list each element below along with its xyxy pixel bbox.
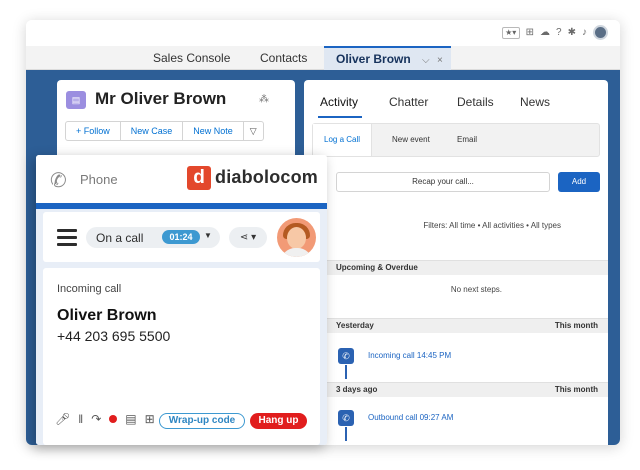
section-title: Upcoming & Overdue [336,263,418,272]
publisher-tabs: Log a Call New event Email [312,123,600,157]
new-note-button[interactable]: New Note [182,121,244,141]
transfer-menu-button[interactable]: ⋖ ▾ [229,227,267,248]
new-case-button[interactable]: New Case [119,121,184,141]
diabolocom-logo-icon: d [187,166,211,190]
more-actions-button[interactable]: ▽ [242,121,264,141]
tab-news[interactable]: News [520,95,550,109]
call-status-label: On a call [96,231,144,245]
call-status-bar: On a call 01:24 ▼ ⋖ ▾ [43,212,320,262]
softphone-header: ✆ Phone d diabolocom [36,155,327,203]
cloud-icon[interactable]: ☁ [540,26,550,40]
call-status-dropdown[interactable]: On a call 01:24 ▼ [86,227,220,248]
section-period: This month [554,321,598,330]
add-button[interactable]: Add [558,172,600,192]
caller-name: Oliver Brown [57,307,157,324]
caret-down-icon: ▼ [204,231,212,240]
pause-icon[interactable]: ‖ [78,412,83,426]
tab-chatter[interactable]: Chatter [389,95,428,109]
favorites-star-icon[interactable]: ★▾ [501,26,520,39]
yesterday-section-header: Yesterday This month [304,318,608,333]
microphone-icon[interactable]: 🎤︎ [55,412,70,426]
phone-icon: ✆ [338,410,354,426]
activity-item[interactable]: Incoming call 14:45 PM [368,351,451,360]
active-tab-indicator [318,116,362,118]
section-title: 3 days ago [336,385,378,394]
clipboard-icon[interactable]: ▤ [125,412,136,426]
section-title: Yesterday [336,321,374,330]
timeline-line [345,427,347,441]
follow-button[interactable]: + Follow [65,121,121,141]
diabolocom-logo-text: diabolocom [215,167,319,187]
record-title: Mr Oliver Brown [95,89,227,108]
section-period: This month [554,385,598,394]
transfer-arrow-icon[interactable]: ↷ [91,412,101,426]
activity-panel: Activity Chatter Details News Log a Call… [304,80,608,445]
utility-icons: ★▾ ⊞ ☁ ? ✱ ♪ [501,25,608,40]
gear-icon[interactable]: ✱ [568,26,576,40]
hierarchy-icon[interactable]: ⁂ [259,94,269,105]
menu-icon[interactable] [57,229,77,250]
call-timer: 01:24 [162,230,200,244]
softphone-widget: ✆ Phone d diabolocom On a call 01:24 ▼ ⋖… [36,155,327,445]
recap-call-input[interactable]: Recap your call... [336,172,550,192]
record-actions: + Follow New Case New Note ▽ [65,121,264,141]
console-tab-bar: Sales Console Contacts Oliver Brown ⌵ × [26,46,620,70]
record-icon[interactable] [109,415,118,423]
panel-tabs: Activity Chatter Details News [304,80,608,120]
activity-item[interactable]: Outbound call 09:27 AM [368,413,453,422]
new-event-tab[interactable]: New event [392,124,430,156]
agent-avatar[interactable] [277,218,316,257]
upcoming-section-header: Upcoming & Overdue [304,260,608,275]
softphone-title: Phone [80,172,118,187]
call-direction-label: Incoming call [57,283,122,295]
timeline-line [345,365,347,379]
tab-details[interactable]: Details [457,95,494,109]
chevron-down-icon[interactable]: ⌵ [422,55,430,66]
phone-icon: ✆ [338,348,354,364]
hang-up-button[interactable]: Hang up [250,413,307,429]
tab-sales-console[interactable]: Sales Console [153,46,230,70]
wrap-up-code-button[interactable]: Wrap-up code [159,413,245,429]
tab-activity[interactable]: Activity [320,95,358,109]
email-tab[interactable]: Email [457,124,477,156]
log-a-call-tab[interactable]: Log a Call [313,124,373,156]
tab-oliver-brown[interactable]: Oliver Brown ⌵ × [324,46,451,70]
agent-face [287,227,306,249]
tab-label: Oliver Brown [336,52,411,66]
three-days-section-header: 3 days ago This month [304,382,608,397]
phone-handset-icon: ✆ [50,170,67,192]
record-header-card: ▤ Mr Oliver Brown ⁂ + Follow New Case Ne… [57,80,295,160]
plus-icon[interactable]: ⊞ [526,26,534,40]
help-icon[interactable]: ? [556,26,562,40]
bell-icon[interactable]: ♪ [582,26,587,40]
tab-contacts[interactable]: Contacts [260,46,307,70]
close-icon[interactable]: × [437,55,443,66]
caller-number: +44 203 695 5500 [57,328,171,344]
activity-filters[interactable]: Filters: All time • All activities • All… [304,221,608,230]
keypad-icon[interactable]: ⊞ [145,412,155,426]
call-details-card: Incoming call Oliver Brown +44 203 695 5… [43,268,320,445]
call-controls: 🎤︎ ‖ ↷ ▤ ⊞ [55,412,155,426]
no-next-steps: No next steps. [450,285,502,294]
contact-icon: ▤ [66,91,86,109]
user-avatar[interactable] [593,25,608,40]
agent-body [281,248,312,257]
global-header: ★▾ ⊞ ☁ ? ✱ ♪ [26,20,620,46]
